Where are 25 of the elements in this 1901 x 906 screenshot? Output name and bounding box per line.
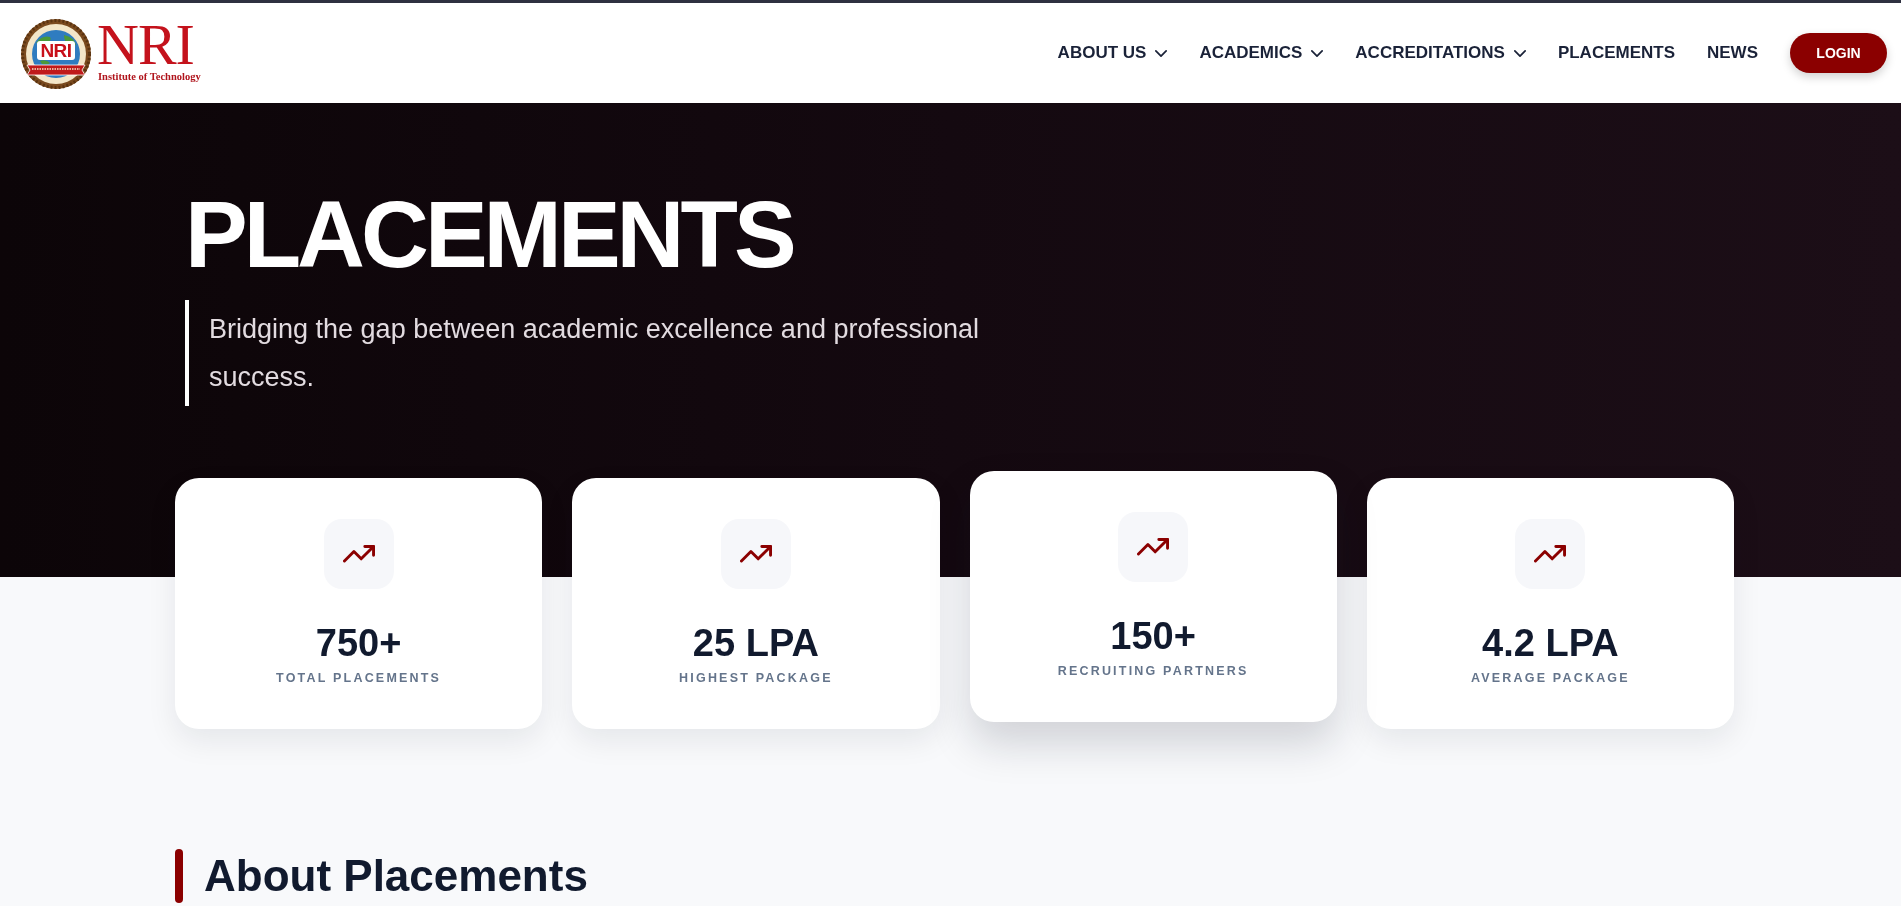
nav-link[interactable]: ACADEMICS [1199,42,1324,64]
stat-label: HIGHEST PACKAGE [679,670,833,686]
trending-up-icon [1515,519,1586,589]
stat-label: AVERAGE PACKAGE [1470,670,1630,686]
stat-label: RECRUITING PARTNERS [1057,663,1249,679]
stat-label: TOTAL PLACEMENTS [276,670,442,686]
stat-value: 4.2 LPA [1482,621,1619,666]
nav-link[interactable]: PLACEMENTS [1557,42,1675,64]
stat-value: 750+ [315,621,402,666]
login-button[interactable]: LOGIN [1790,33,1887,73]
brand-subtitle: Institute of Technology [98,71,201,83]
stat-value: 150+ [1110,614,1196,659]
stat-value: 25 LPA [692,621,819,666]
trending-up-icon [720,519,791,589]
trending-up-icon [323,519,394,589]
section-heading: About Placements [204,851,588,901]
nav-link[interactable]: NEWS [1707,42,1758,64]
emblem-text: NRI [37,41,75,60]
brand-name[interactable]: NRI [97,19,194,71]
hero-subtitle: Bridging the gap between academic excellence and professional success. [185,300,1069,406]
nav-link[interactable]: ACCREDITATIONS [1355,42,1526,64]
hero-title: PLACEMENTS [185,188,793,282]
nav-link[interactable]: ABOUT US [1057,42,1168,64]
trending-up-icon [1118,512,1189,582]
accent-bar [175,849,183,903]
